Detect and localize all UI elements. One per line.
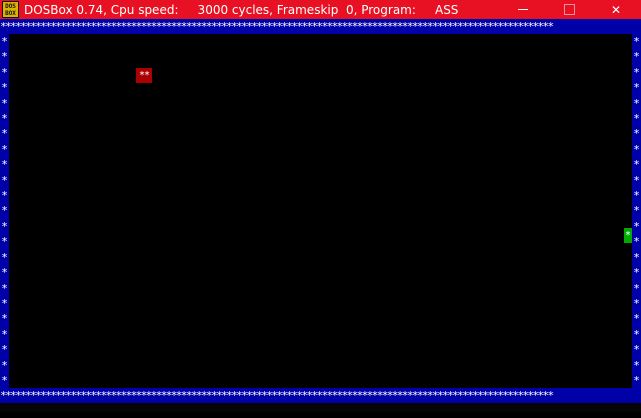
wall-right: ***********************	[632, 34, 641, 388]
window-title: DOSBox 0.74, Cpu speed: 3000 cycles, Fra…	[24, 2, 459, 17]
maximize-icon	[563, 4, 575, 15]
playfield	[9, 34, 632, 388]
bottom-strip	[0, 412, 641, 418]
title-bar[interactable]: DOS BOX DOSBox 0.74, Cpu speed: 3000 cyc…	[0, 0, 641, 19]
icon-text-top: DOS	[5, 2, 16, 10]
dosbox-icon: DOS BOX	[2, 1, 19, 18]
game-screen[interactable]: ****************************************…	[0, 19, 641, 412]
wall-bottom: ****************************************…	[0, 388, 641, 403]
close-icon: ✕	[610, 2, 622, 17]
snake-body: **	[136, 68, 152, 83]
wall-left: ***********************	[0, 34, 9, 388]
close-button[interactable]: ✕	[593, 0, 639, 19]
minimize-icon	[518, 9, 528, 10]
minimize-button[interactable]	[500, 0, 546, 19]
food-item: *	[624, 228, 632, 243]
maximize-button[interactable]	[546, 0, 592, 19]
dosbox-window: DOS BOX DOSBox 0.74, Cpu speed: 3000 cyc…	[0, 0, 641, 418]
icon-text-bottom: BOX	[5, 9, 16, 17]
